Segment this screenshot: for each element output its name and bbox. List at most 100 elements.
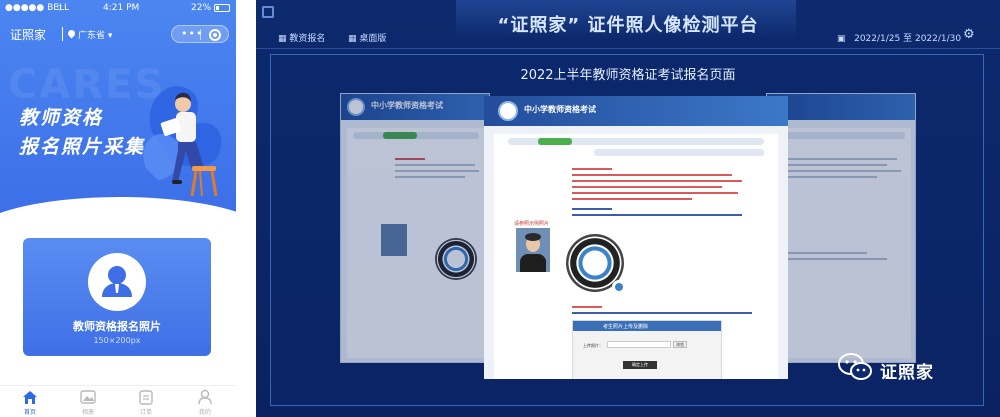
text-line bbox=[572, 198, 692, 200]
text-line bbox=[395, 176, 465, 178]
wechat-qr-badge-icon bbox=[612, 280, 626, 294]
text-line bbox=[572, 214, 742, 216]
close-target-icon[interactable] bbox=[209, 29, 221, 41]
progress-steps bbox=[508, 138, 764, 145]
hero-title-line1: 教师资格 bbox=[19, 107, 104, 129]
hero-banner: ●●●●● BELL ⌔ 4:21 PM 22% 证照家 广东省 ▾ ••• C… bbox=[0, 0, 236, 225]
site-screenshot-center: 中小学教师资格考试 请参照示例照片 考生照片上传及删除 上传照片： 浏览 确定上… bbox=[484, 96, 788, 379]
text-line bbox=[777, 176, 877, 178]
phone-screen: ●●●●● BELL ⌔ 4:21 PM 22% 证照家 广东省 ▾ ••• C… bbox=[0, 0, 236, 417]
site-header: 中小学教师资格考试 bbox=[484, 96, 788, 126]
upload-file-input[interactable] bbox=[607, 341, 671, 348]
card-label: 教师资格报名照片 bbox=[73, 320, 161, 333]
text-line bbox=[395, 158, 425, 160]
text-line bbox=[572, 192, 738, 194]
text-line bbox=[572, 312, 752, 314]
text-line bbox=[572, 186, 722, 188]
order-icon bbox=[139, 390, 153, 405]
photo-prompt: 请参照示例照片 bbox=[514, 221, 550, 227]
photo-category-card[interactable]: 教师资格报名照片 150×200px bbox=[23, 238, 211, 356]
menu-item-exam-label: 教资报名 bbox=[289, 34, 326, 44]
site-screenshot-right bbox=[766, 93, 916, 363]
card-size: 150×200px bbox=[93, 336, 141, 345]
text-line bbox=[395, 164, 475, 166]
app-title: 证照家 bbox=[10, 28, 47, 42]
caret-down-icon: ▾ bbox=[107, 31, 113, 41]
confirm-upload-button[interactable]: 确定上传 bbox=[623, 361, 657, 369]
region-selector[interactable]: 广东省 ▾ bbox=[78, 28, 112, 41]
browse-button[interactable]: 浏览 bbox=[673, 341, 687, 348]
text-line bbox=[395, 170, 479, 172]
wechat-logo-icon bbox=[838, 353, 872, 380]
progress-steps-secondary bbox=[594, 149, 764, 156]
sample-shirt bbox=[520, 254, 546, 272]
hero-title-line2: 报名照片采集 bbox=[19, 136, 146, 158]
id-photo-avatar-icon bbox=[88, 253, 146, 311]
header-rule bbox=[256, 48, 1000, 49]
wifi-icon: ⌔ bbox=[55, 4, 64, 14]
upload-header: 考生照片上传及删除 bbox=[573, 321, 721, 331]
text-line bbox=[572, 180, 742, 182]
site-card bbox=[347, 128, 485, 358]
site-header: 中小学教师资格考试 bbox=[341, 94, 489, 120]
site-name: 中小学教师资格考试 bbox=[524, 105, 596, 114]
upload-panel: 考生照片上传及删除 上传照片： 浏览 确定上传 bbox=[572, 320, 722, 379]
text-line bbox=[777, 252, 867, 254]
site-logo-icon bbox=[498, 101, 518, 121]
settings-gear-icon[interactable]: ⚙ bbox=[963, 27, 975, 42]
tab-home-label: 首页 bbox=[23, 409, 36, 416]
sample-photo bbox=[516, 228, 550, 272]
calendar-icon: ▣ bbox=[837, 34, 846, 44]
region-label: 广东省 bbox=[78, 31, 106, 41]
site-card bbox=[771, 128, 911, 358]
brand-label: 证照家 bbox=[880, 363, 934, 383]
menu-item-exam[interactable]: ▦ 教资报名 bbox=[278, 31, 325, 44]
battery-level: 22% bbox=[191, 3, 212, 13]
text-line bbox=[777, 164, 887, 166]
location-pin-icon bbox=[66, 28, 77, 39]
tab-orders[interactable]: 订单 bbox=[126, 386, 166, 417]
grid-icon: ▦ bbox=[278, 34, 287, 44]
tab-album[interactable]: 相册 bbox=[68, 386, 108, 417]
site-screenshot-left: 中小学教师资格考试 bbox=[340, 93, 490, 363]
tab-profile[interactable]: 我的 bbox=[185, 386, 225, 417]
grid-icon: ▦ bbox=[348, 34, 357, 44]
user-icon bbox=[198, 389, 212, 405]
tab-orders-label: 订单 bbox=[139, 409, 152, 416]
site-body bbox=[767, 120, 915, 362]
date-range[interactable]: ▣ 2022/1/25 至 2022/1/30 bbox=[837, 31, 961, 44]
text-line bbox=[572, 168, 612, 170]
menu-item-desktop[interactable]: ▦ 桌面版 bbox=[348, 31, 386, 44]
progress-steps bbox=[353, 132, 479, 139]
tab-home[interactable]: 首页 bbox=[10, 386, 50, 417]
text-line bbox=[777, 258, 887, 260]
teacher-illustration bbox=[143, 86, 222, 197]
tab-album-label: 相册 bbox=[81, 409, 94, 416]
upload-header-label: 考生照片上传及删除 bbox=[603, 324, 649, 330]
home-icon bbox=[23, 391, 37, 404]
site-card: 请参照示例照片 考生照片上传及删除 上传照片： 浏览 确定上传 bbox=[494, 134, 778, 379]
site-body: 请参照示例照片 考生照片上传及删除 上传照片： 浏览 确定上传 bbox=[484, 126, 788, 379]
text-line bbox=[572, 208, 612, 210]
tab-profile-label: 我的 bbox=[198, 409, 211, 416]
text-line bbox=[572, 174, 732, 176]
battery-icon bbox=[214, 4, 230, 12]
menu-item-desktop-label: 桌面版 bbox=[359, 34, 387, 44]
text-line bbox=[777, 170, 901, 172]
preview-title: 2022上半年教师资格证考试报名页面 bbox=[520, 68, 736, 83]
site-body bbox=[341, 120, 489, 362]
image-icon bbox=[80, 390, 96, 404]
text-line bbox=[572, 306, 602, 308]
capsule-divider bbox=[200, 29, 201, 40]
detection-dashboard: “证照家” 证件照人像检测平台 ▦ 教资报名 ▦ 桌面版 ▣ 2022/1/25… bbox=[256, 0, 1000, 417]
mini-program-capsule: ••• bbox=[171, 25, 229, 43]
app-header: 证照家 广东省 ▾ ••• bbox=[0, 22, 236, 46]
site-logo-icon bbox=[347, 98, 365, 116]
header-divider bbox=[62, 27, 63, 41]
bottom-tab-bar: 首页 相册 订单 我的 bbox=[0, 385, 236, 417]
progress-steps bbox=[777, 132, 905, 139]
upload-field-label: 上传照片： bbox=[583, 343, 603, 348]
date-range-text: 2022/1/25 至 2022/1/30 bbox=[854, 34, 962, 44]
sample-photo bbox=[381, 224, 407, 256]
progress-step-current bbox=[383, 132, 417, 139]
